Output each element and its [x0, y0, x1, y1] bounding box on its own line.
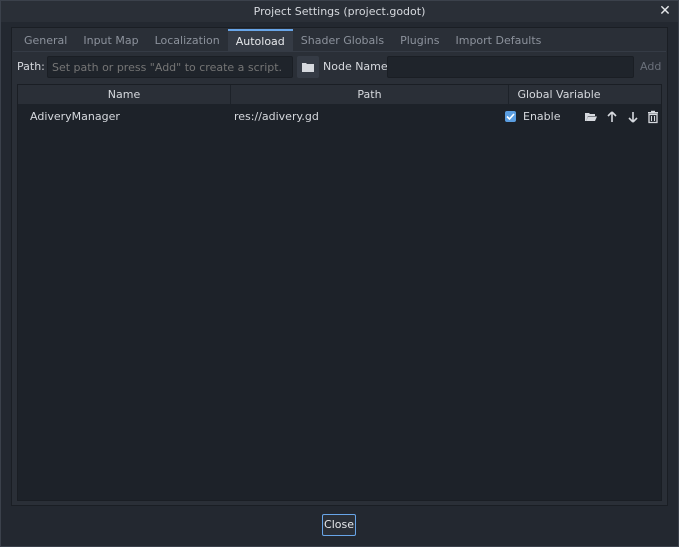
row-path[interactable]: res://adivery.gd	[234, 110, 319, 123]
row-name[interactable]: AdiveryManager	[30, 110, 120, 123]
project-settings-window: Project Settings (project.godot) ✕ Gener…	[0, 0, 679, 547]
title-bar: Project Settings (project.godot) ✕	[1, 1, 678, 22]
open-folder-icon[interactable]	[584, 110, 598, 124]
path-input[interactable]	[47, 56, 293, 78]
folder-icon	[302, 63, 314, 72]
tab-plugins[interactable]: Plugins	[392, 29, 447, 51]
close-icon[interactable]: ✕	[658, 3, 672, 19]
tab-import-defaults[interactable]: Import Defaults	[447, 29, 549, 51]
move-down-icon[interactable]	[626, 110, 640, 124]
node-name-input[interactable]	[387, 56, 634, 78]
autoload-list: Name Path Global Variable AdiveryManager…	[17, 84, 662, 501]
column-headers: Name Path Global Variable	[18, 85, 661, 104]
close-button[interactable]: Close	[322, 514, 356, 536]
tab-localization[interactable]: Localization	[147, 29, 228, 51]
path-row: Path: Node Name: Add	[17, 56, 662, 78]
add-button[interactable]: Add	[640, 60, 661, 73]
trash-icon[interactable]	[646, 110, 660, 124]
enable-label: Enable	[523, 110, 561, 123]
tab-autoload[interactable]: Autoload	[227, 29, 293, 51]
node-name-label: Node Name:	[323, 60, 392, 73]
autoload-content: Path: Node Name: Add Name Path Global Va…	[13, 52, 666, 505]
table-row[interactable]: AdiveryManager res://adivery.gd Enable	[18, 106, 661, 128]
settings-panel: General Input Map Localization Autoload …	[11, 27, 668, 506]
tab-input-map[interactable]: Input Map	[75, 29, 146, 51]
tab-shader-globals[interactable]: Shader Globals	[293, 29, 392, 51]
move-up-icon[interactable]	[605, 110, 619, 124]
tab-bar: General Input Map Localization Autoload …	[16, 29, 549, 51]
browse-path-button[interactable]	[297, 56, 319, 78]
column-actions	[609, 85, 661, 104]
checkmark-icon	[506, 113, 515, 121]
column-name: Name	[18, 85, 231, 104]
column-path: Path	[231, 85, 509, 104]
enable-checkbox[interactable]	[505, 111, 516, 122]
tab-general[interactable]: General	[16, 29, 75, 51]
window-title: Project Settings (project.godot)	[253, 5, 426, 18]
path-label: Path:	[17, 60, 45, 73]
column-global-variable: Global Variable	[517, 88, 601, 101]
